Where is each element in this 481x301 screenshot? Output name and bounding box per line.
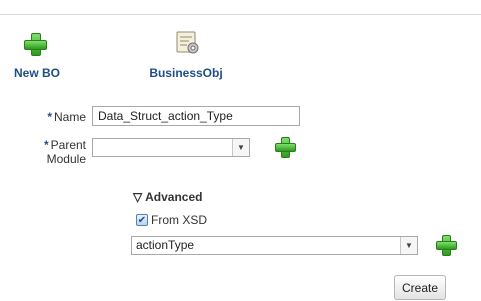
- advanced-header[interactable]: ▽ Advanced: [133, 190, 202, 204]
- business-object-icon: [176, 31, 199, 54]
- name-input[interactable]: [92, 106, 300, 126]
- from-xsd-row[interactable]: ✔ From XSD: [136, 213, 207, 227]
- new-bo-label: New BO: [13, 66, 60, 80]
- parent-module-select[interactable]: ▼: [92, 138, 250, 157]
- create-button[interactable]: Create: [394, 275, 446, 300]
- new-bo-tool[interactable]: New BO: [10, 30, 64, 80]
- required-marker: *: [43, 138, 49, 152]
- parent-module-label-line2: Module: [46, 152, 86, 166]
- name-label: Name: [53, 110, 86, 124]
- checkbox-check-icon: ✔: [137, 214, 147, 226]
- chevron-down-icon[interactable]: ▼: [400, 237, 417, 254]
- xsd-type-select[interactable]: actionType ▼: [131, 236, 418, 255]
- required-marker: *: [47, 110, 52, 124]
- add-plus-icon: [24, 33, 47, 56]
- name-label-wrap: * Name: [20, 110, 86, 124]
- chevron-down-icon[interactable]: ▼: [232, 139, 249, 156]
- parent-module-label-wrap: * Parent Module: [20, 138, 86, 166]
- parent-module-label-line1: Parent: [50, 138, 86, 152]
- add-xsd-type-button[interactable]: [436, 235, 457, 256]
- business-obj-tool[interactable]: BusinessObj: [145, 30, 225, 80]
- add-parent-module-button[interactable]: [275, 137, 296, 158]
- xsd-type-value: actionType: [136, 238, 195, 252]
- business-obj-label: BusinessObj: [149, 66, 223, 80]
- collapse-triangle-icon: ▽: [133, 190, 143, 204]
- top-divider: [0, 14, 481, 15]
- from-xsd-label: From XSD: [151, 213, 208, 227]
- advanced-label: Advanced: [145, 190, 203, 204]
- from-xsd-checkbox[interactable]: ✔: [136, 214, 148, 226]
